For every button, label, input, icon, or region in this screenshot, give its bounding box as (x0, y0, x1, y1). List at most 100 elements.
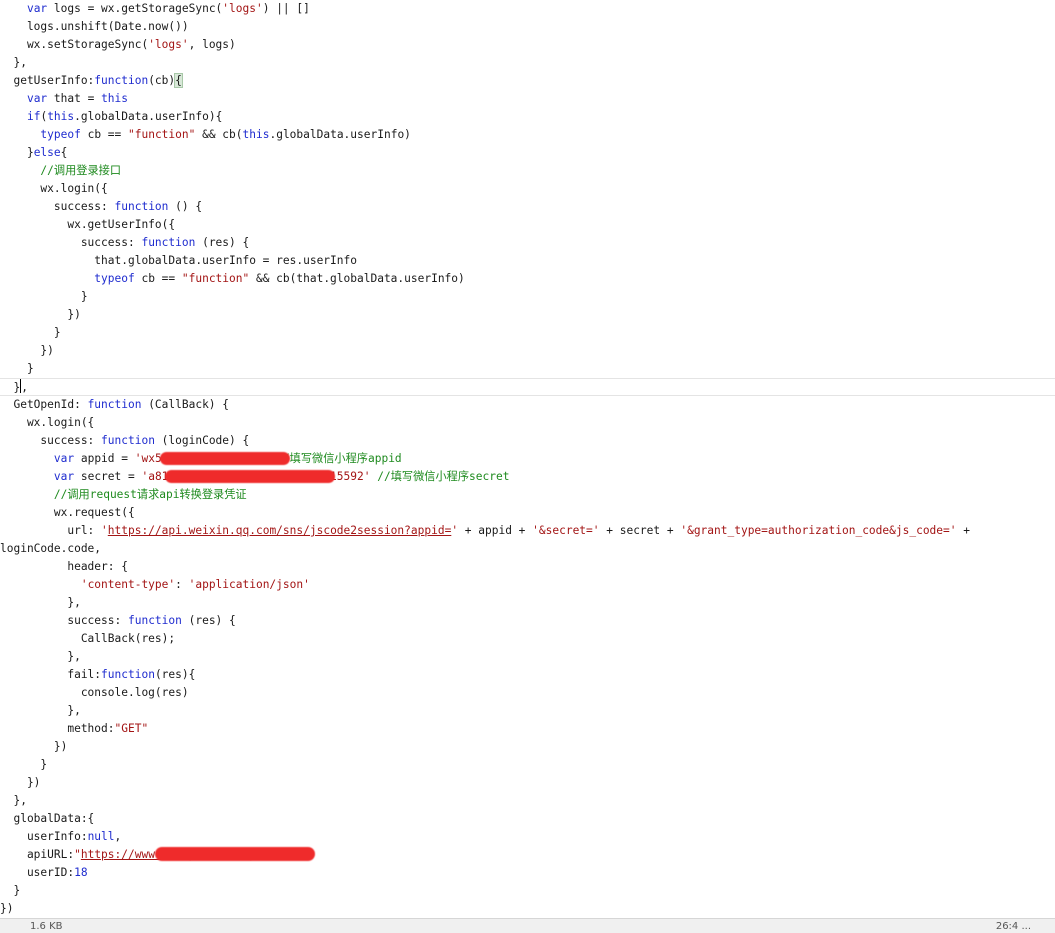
code-line[interactable]: success: function (loginCode) { (0, 432, 1055, 450)
code-token: () { (168, 200, 203, 213)
code-line[interactable]: header: { (0, 558, 1055, 576)
code-line[interactable]: } (0, 756, 1055, 774)
code-line[interactable]: fail:function(res){ (0, 666, 1055, 684)
code-line[interactable]: console.log(res) (0, 684, 1055, 702)
code-line[interactable]: logs.unshift(Date.now()) (0, 18, 1055, 36)
code-line[interactable]: }) (0, 774, 1055, 792)
code-token: 18 (74, 866, 88, 879)
code-line[interactable]: loginCode.code, (0, 540, 1055, 558)
redaction-mark-apiurl (155, 847, 315, 861)
code-line[interactable]: success: function (res) { (0, 234, 1055, 252)
code-line[interactable]: var secret = 'a81d0f4c2b6e77d3a0c9bd5f19… (0, 468, 1055, 486)
code-token: function (101, 668, 155, 681)
code-line[interactable]: success: function () { (0, 198, 1055, 216)
code-line-active[interactable]: }, (0, 378, 1055, 396)
code-token: url: (0, 524, 102, 537)
code-token: , logs) (188, 38, 236, 51)
code-token: //调用登录接口 (40, 164, 122, 177)
code-line[interactable]: //调用request请求api转换登录凭证 (0, 486, 1055, 504)
code-line[interactable]: 'content-type': 'application/json' (0, 576, 1055, 594)
code-line[interactable]: CallBack(res); (0, 630, 1055, 648)
code-token: , (114, 830, 122, 843)
code-line[interactable]: } (0, 360, 1055, 378)
code-token: 'logs' (222, 2, 263, 15)
code-token: success: (0, 614, 128, 627)
code-token: .globalData.userInfo) (269, 128, 411, 141)
code-line[interactable]: }) (0, 306, 1055, 324)
code-line[interactable]: } (0, 288, 1055, 306)
code-line[interactable]: } (0, 882, 1055, 900)
redaction-mark-appid (160, 452, 290, 465)
code-token: }) (0, 776, 41, 789)
code-line[interactable]: }, (0, 792, 1055, 810)
code-line[interactable]: userInfo:null, (0, 828, 1055, 846)
code-line[interactable]: wx.getUserInfo({ (0, 216, 1055, 234)
code-token: fail: (0, 668, 102, 681)
code-token: }, (0, 794, 27, 807)
code-line[interactable]: typeof cb == "function" && cb(this.globa… (0, 126, 1055, 144)
code-line[interactable]: globalData:{ (0, 810, 1055, 828)
code-token: logs = wx.getStorageSync( (47, 2, 223, 15)
code-line[interactable]: wx.login({ (0, 414, 1055, 432)
code-token: method: (0, 722, 115, 735)
code-line[interactable]: wx.request({ (0, 504, 1055, 522)
code-line[interactable]: var logs = wx.getStorageSync('logs') || … (0, 0, 1055, 18)
code-line[interactable]: }, (0, 648, 1055, 666)
code-line[interactable]: }) (0, 900, 1055, 918)
code-line[interactable]: var that = this (0, 90, 1055, 108)
code-token: (res) { (181, 614, 236, 627)
code-line[interactable]: }) (0, 342, 1055, 360)
code-line[interactable]: }else{ (0, 144, 1055, 162)
code-line[interactable]: }) (0, 738, 1055, 756)
code-token: //填写微信小程序appid (276, 452, 402, 465)
code-line[interactable]: wx.login({ (0, 180, 1055, 198)
code-line[interactable]: if(this.globalData.userInfo){ (0, 108, 1055, 126)
code-line[interactable]: userID:18 (0, 864, 1055, 882)
code-line[interactable]: }, (0, 54, 1055, 72)
code-line[interactable]: getUserInfo:function(cb){ (0, 72, 1055, 90)
code-editor[interactable]: var logs = wx.getStorageSync('logs') || … (0, 0, 1055, 918)
code-token: var (26, 92, 48, 105)
code-token: success: (0, 200, 115, 213)
code-token: " (74, 848, 81, 861)
code-token: userID: (0, 866, 75, 879)
code-line[interactable]: GetOpenId: function (CallBack) { (0, 396, 1055, 414)
code-line[interactable]: typeof cb == "function" && cb(that.globa… (0, 270, 1055, 288)
code-line[interactable]: } (0, 324, 1055, 342)
code-token: }, (0, 56, 27, 69)
code-line[interactable]: }, (0, 594, 1055, 612)
code-line[interactable]: success: function (res) { (0, 612, 1055, 630)
code-token: typeof (40, 128, 81, 141)
code-token: (CallBack) { (141, 398, 230, 411)
code-token: : (175, 578, 189, 591)
code-token: }) (0, 902, 14, 915)
code-token: }) (0, 308, 81, 321)
code-line[interactable]: //调用登录接口 (0, 162, 1055, 180)
code-line[interactable]: that.globalData.userInfo = res.userInfo (0, 252, 1055, 270)
code-token: cb == (80, 128, 128, 141)
code-token: function (101, 434, 155, 447)
code-token: var (26, 2, 48, 15)
code-line[interactable]: method:"GET" (0, 720, 1055, 738)
code-token: CallBack(res); (0, 632, 176, 645)
code-token: userInfo: (0, 830, 88, 843)
cursor-position-label: 26:4 ... (995, 921, 1031, 932)
code-line[interactable]: var appid = 'wx5c4d8f2b1e3a7609' //填写微信小… (0, 450, 1055, 468)
code-token: }) (0, 344, 54, 357)
code-line[interactable]: url: 'https://api.weixin.qq.com/sns/jsco… (0, 522, 1055, 540)
code-line[interactable]: }, (0, 702, 1055, 720)
code-token: (res){ (154, 668, 196, 681)
code-token: wx.setStorageSync( (0, 38, 149, 51)
code-token: wx.request({ (0, 506, 135, 519)
code-token: '&secret=' (532, 524, 600, 537)
code-token: }, (0, 596, 81, 609)
code-line[interactable]: wx.setStorageSync('logs', logs) (0, 36, 1055, 54)
code-token: + secret + (599, 524, 681, 537)
